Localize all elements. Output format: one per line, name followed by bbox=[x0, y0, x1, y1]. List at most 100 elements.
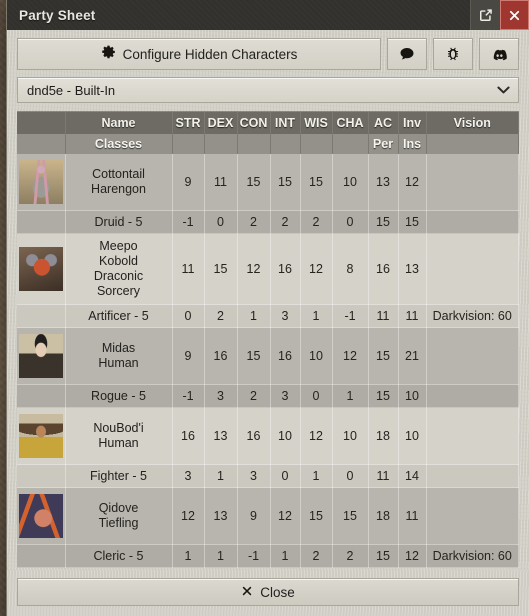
stat-int-mod: 3 bbox=[270, 384, 301, 408]
portrait-cell[interactable] bbox=[17, 233, 66, 305]
stat-cha: 10 bbox=[332, 407, 369, 465]
character-name-line: Human bbox=[98, 356, 139, 370]
character-name-line: Meepo bbox=[99, 239, 138, 253]
class-cell: Rogue - 5 bbox=[65, 384, 173, 408]
character-name-cell[interactable]: NouBod'i Human bbox=[65, 407, 173, 465]
character-name-cell[interactable]: Midas Human bbox=[65, 327, 173, 385]
header-name: Name bbox=[65, 112, 173, 134]
table-row[interactable]: Cottontail Harengon 9 11 15 15 15 10 13 12 bbox=[17, 154, 519, 211]
stat-ins: 14 bbox=[398, 464, 427, 488]
close-button[interactable]: Close bbox=[17, 578, 519, 606]
subheader-classes: Classes bbox=[65, 134, 173, 154]
stat-str: 16 bbox=[172, 407, 205, 465]
subheader-wis bbox=[300, 134, 333, 154]
table-row[interactable]: Meepo Kobold Draconic Sorcery 11 15 12 16 12 8 16 1… bbox=[17, 233, 519, 305]
stat-int: 12 bbox=[270, 487, 301, 545]
party-sheet-window: Party Sheet Configure Hidden Characters … bbox=[7, 0, 529, 616]
popout-icon[interactable] bbox=[470, 0, 500, 30]
table-row[interactable]: Midas Human 9 16 15 16 10 12 15 21 bbox=[17, 327, 519, 385]
discord-icon[interactable] bbox=[479, 38, 519, 70]
vision-cell bbox=[426, 487, 519, 545]
character-name-line: Draconic bbox=[93, 269, 144, 283]
header-str: STR bbox=[172, 112, 205, 134]
subheader-int bbox=[270, 134, 301, 154]
class-cell: Artificer - 5 bbox=[65, 304, 173, 328]
stat-con: 15 bbox=[237, 154, 271, 211]
character-name-cell[interactable]: Cottontail Harengon bbox=[65, 154, 173, 211]
close-button-label: Close bbox=[260, 584, 295, 600]
character-name-line: Harengon bbox=[91, 182, 146, 196]
header-dex: DEX bbox=[204, 112, 238, 134]
class-portrait-spacer bbox=[17, 304, 66, 328]
stat-ac: 13 bbox=[368, 154, 399, 211]
stat-wis-mod: 2 bbox=[300, 544, 333, 568]
subheader-con bbox=[237, 134, 271, 154]
stat-cha-mod: 0 bbox=[332, 210, 369, 234]
window-titlebar[interactable]: Party Sheet bbox=[7, 0, 529, 30]
stat-per: 11 bbox=[368, 464, 399, 488]
bug-icon[interactable] bbox=[433, 38, 473, 70]
stat-ac: 18 bbox=[368, 407, 399, 465]
stat-inv: 11 bbox=[398, 487, 427, 545]
stat-wis: 12 bbox=[300, 407, 333, 465]
stat-per: 15 bbox=[368, 544, 399, 568]
character-name-cell[interactable]: Meepo Kobold Draconic Sorcery bbox=[65, 233, 173, 305]
header-vision: Vision bbox=[426, 112, 519, 134]
table-row-class[interactable]: Artificer - 5 0 2 1 3 1 -1 11 11 Darkvision: 60 bbox=[17, 304, 519, 328]
stat-cha-mod: 0 bbox=[332, 464, 369, 488]
stat-dex-mod: 1 bbox=[204, 464, 238, 488]
stat-per: 11 bbox=[368, 304, 399, 328]
subheader-per: Per bbox=[368, 134, 399, 154]
character-name-line: Qidove bbox=[98, 501, 139, 515]
character-name-cell[interactable]: Qidove Tiefling bbox=[65, 487, 173, 545]
table-row-class[interactable]: Cleric - 5 1 1 -1 1 2 2 15 12 Darkvision: 60 bbox=[17, 544, 519, 568]
class-vision-cell: Darkvision: 60 bbox=[426, 544, 519, 568]
subheader-ins: Ins bbox=[398, 134, 427, 154]
comment-icon[interactable] bbox=[387, 38, 427, 70]
stat-inv: 13 bbox=[398, 233, 427, 305]
system-select[interactable]: dnd5e - Built-In bbox=[17, 77, 519, 103]
stat-ins: 11 bbox=[398, 304, 427, 328]
toolbar: Configure Hidden Characters bbox=[17, 38, 519, 70]
stat-con-mod: -1 bbox=[237, 544, 271, 568]
system-select-row: dnd5e - Built-In bbox=[17, 77, 519, 103]
configure-hidden-characters-label: Configure Hidden Characters bbox=[122, 46, 298, 62]
table-row-class[interactable]: Druid - 5 -1 0 2 2 2 0 15 15 bbox=[17, 210, 519, 234]
portrait-cell[interactable] bbox=[17, 487, 66, 545]
titlebar-buttons bbox=[470, 0, 529, 30]
header-ac: AC bbox=[368, 112, 399, 134]
table-row-class[interactable]: Fighter - 5 3 1 3 0 1 0 11 14 bbox=[17, 464, 519, 488]
table-row[interactable]: NouBod'i Human 16 13 16 10 12 10 18 10 bbox=[17, 407, 519, 465]
header-int: INT bbox=[270, 112, 301, 134]
stat-str: 9 bbox=[172, 154, 205, 211]
close-icon[interactable] bbox=[500, 0, 529, 30]
character-name-line: Sorcery bbox=[96, 284, 141, 298]
class-portrait-spacer bbox=[17, 210, 66, 234]
stat-per: 15 bbox=[368, 384, 399, 408]
stat-con-mod: 2 bbox=[237, 210, 271, 234]
stat-inv: 21 bbox=[398, 327, 427, 385]
portrait-cell[interactable] bbox=[17, 407, 66, 465]
stat-int: 16 bbox=[270, 327, 301, 385]
character-name-line: Kobold bbox=[99, 254, 138, 268]
class-vision-cell bbox=[426, 384, 519, 408]
stat-cha-mod: 2 bbox=[332, 544, 369, 568]
header-cha: CHA bbox=[332, 112, 369, 134]
header-portrait bbox=[17, 112, 66, 134]
table-row-class[interactable]: Rogue - 5 -1 3 2 3 0 1 15 10 bbox=[17, 384, 519, 408]
stat-str-mod: -1 bbox=[172, 210, 205, 234]
vision-cell bbox=[426, 154, 519, 211]
stat-wis-mod: 1 bbox=[300, 464, 333, 488]
stat-dex-mod: 0 bbox=[204, 210, 238, 234]
stat-int: 10 bbox=[270, 407, 301, 465]
portrait-cell[interactable] bbox=[17, 327, 66, 385]
party-table-wrapper[interactable]: Name STR DEX CON INT WIS CHA AC Inv Visi… bbox=[17, 111, 519, 570]
subheader-row: Classes Per Ins bbox=[17, 134, 519, 154]
table-row[interactable]: Qidove Tiefling 12 13 9 12 15 15 18 11 bbox=[17, 487, 519, 545]
stat-wis: 15 bbox=[300, 487, 333, 545]
configure-hidden-characters-button[interactable]: Configure Hidden Characters bbox=[17, 38, 381, 70]
stat-wis-mod: 2 bbox=[300, 210, 333, 234]
stat-cha: 10 bbox=[332, 154, 369, 211]
class-cell: Druid - 5 bbox=[65, 210, 173, 234]
portrait-cell[interactable] bbox=[17, 154, 66, 211]
